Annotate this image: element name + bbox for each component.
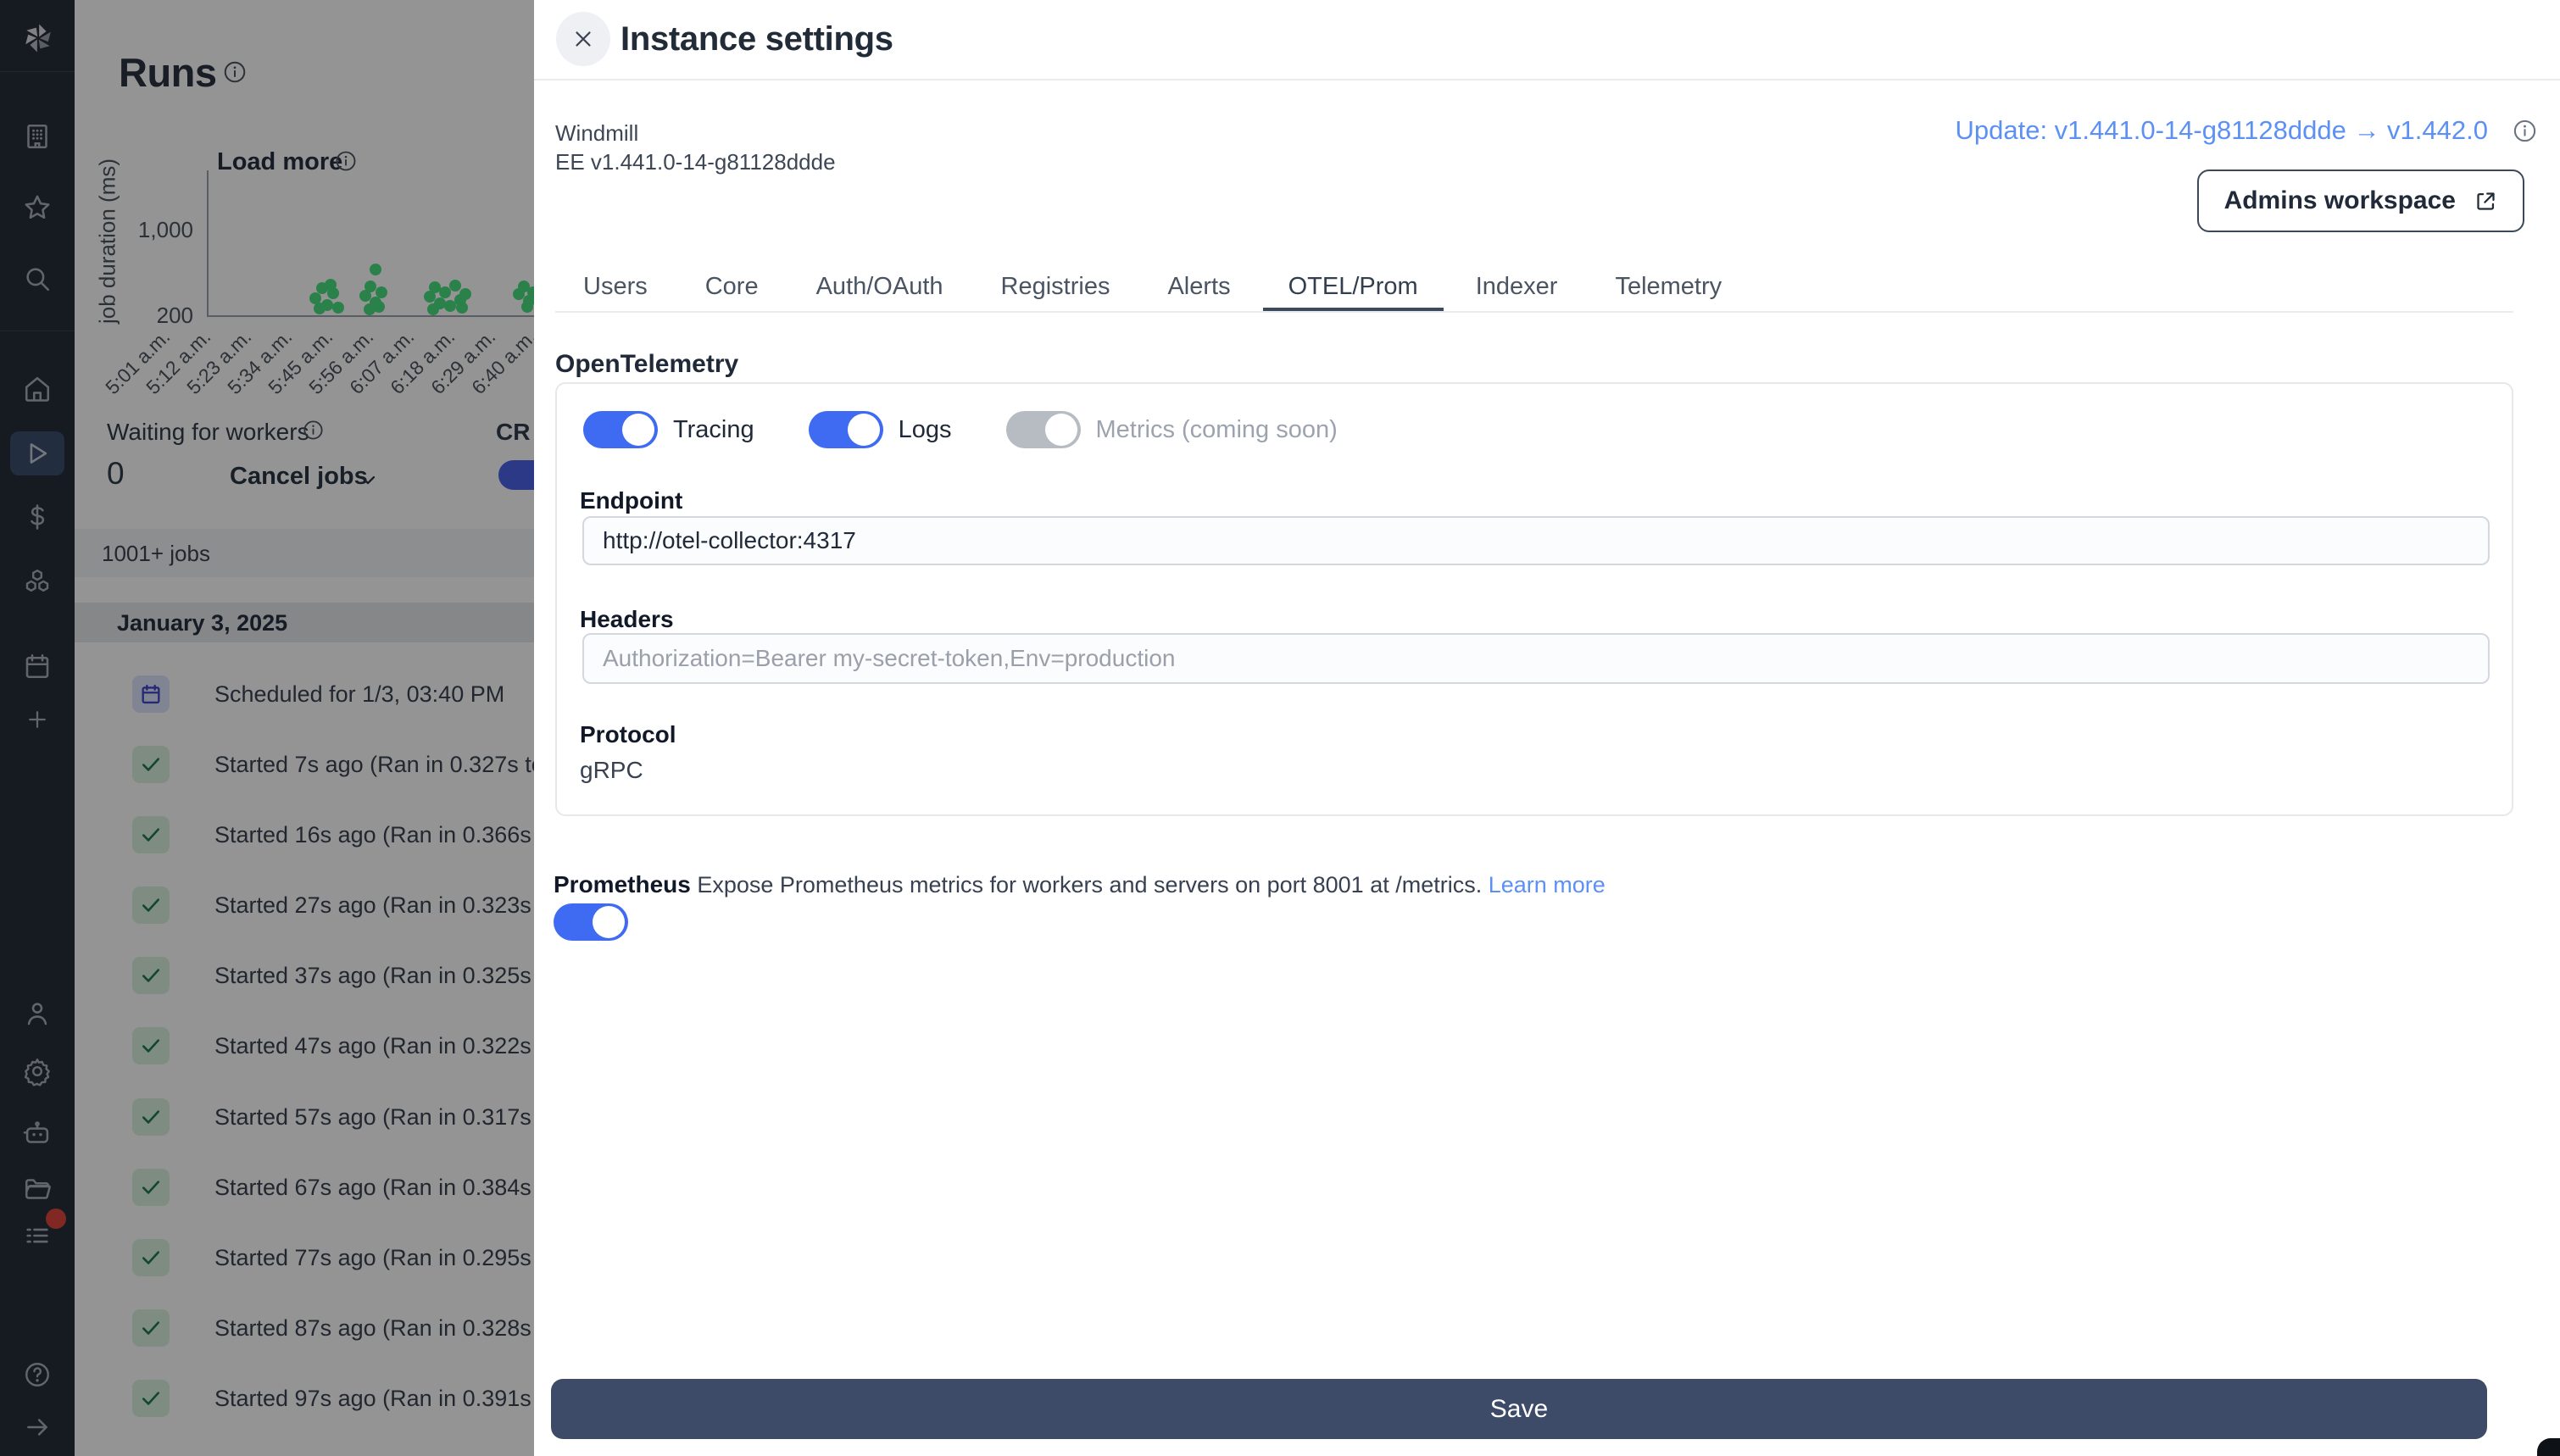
- settings-tab[interactable]: Alerts: [1142, 266, 1255, 312]
- otel-card: Tracing Logs Metrics (coming soon) Endpo…: [555, 382, 2513, 816]
- admins-workspace-label: Admins workspace: [2223, 186, 2456, 214]
- settings-tabs: Users Core Auth/OAuth Registries Alerts OTEL/…: [534, 266, 2560, 312]
- toggle-group: Logs: [808, 411, 952, 448]
- toggle-switch[interactable]: [808, 411, 883, 448]
- settings-tab[interactable]: Telemetry: [1589, 266, 1747, 312]
- prometheus-description: Expose Prometheus metrics for workers an…: [697, 872, 1483, 897]
- toggle-switch[interactable]: [583, 411, 658, 448]
- toggle-knob: [622, 414, 654, 446]
- update-link[interactable]: Update: v1.441.0-14-g81128ddde → v1.442.…: [1955, 115, 2488, 146]
- learn-more-link[interactable]: Learn more: [1489, 872, 1606, 897]
- settings-tab[interactable]: Core: [680, 266, 784, 312]
- otel-toggles: Tracing Logs Metrics (coming soon): [583, 411, 1338, 448]
- toggle-switch[interactable]: [1005, 411, 1081, 448]
- toggle-knob: [847, 414, 880, 446]
- prometheus-toggle[interactable]: [554, 903, 628, 941]
- settings-tab[interactable]: Indexer: [1450, 266, 1583, 312]
- update-row: Update: v1.441.0-14-g81128ddde → v1.442.…: [1955, 115, 2538, 146]
- toggle-group: Tracing: [583, 411, 754, 448]
- toggle-knob: [1044, 414, 1077, 446]
- close-button[interactable]: [556, 12, 610, 66]
- settings-tab[interactable]: Users: [558, 266, 673, 312]
- prometheus-heading: Prometheus: [554, 871, 691, 897]
- tabs-divider: [555, 311, 2513, 313]
- save-button[interactable]: Save: [551, 1379, 2487, 1439]
- settings-tab[interactable]: OTEL/Prom: [1262, 266, 1444, 312]
- instance-settings-drawer: Instance settings Windmill EE v1.441.0-1…: [534, 0, 2560, 1456]
- endpoint-input[interactable]: [582, 516, 2490, 565]
- close-icon: [576, 31, 591, 47]
- instance-version: Windmill EE v1.441.0-14-g81128ddde: [555, 119, 836, 176]
- toggle-label: Metrics (coming soon): [1095, 415, 1338, 443]
- prometheus-section: Prometheus Expose Prometheus metrics for…: [554, 871, 1606, 898]
- settings-tab[interactable]: Registries: [976, 266, 1136, 312]
- headers-label: Headers: [580, 606, 674, 632]
- info-icon[interactable]: [2512, 118, 2538, 144]
- toggle-label: Tracing: [673, 415, 754, 443]
- settings-tab[interactable]: Auth/OAuth: [791, 266, 969, 312]
- otel-section-heading: OpenTelemetry: [555, 350, 739, 378]
- drawer-title: Instance settings: [621, 20, 893, 58]
- headers-input[interactable]: [582, 633, 2490, 684]
- protocol-value: gRPC: [580, 757, 643, 783]
- product-name: Windmill: [555, 120, 639, 146]
- toggle-group: Metrics (coming soon): [1005, 411, 1338, 448]
- toggle-knob: [593, 906, 625, 938]
- windmill-app: Runs Load more job duration (ms) 1,000 20…: [0, 0, 2560, 1456]
- admins-workspace-button[interactable]: Admins workspace: [2196, 169, 2524, 232]
- external-link-icon: [2477, 192, 2495, 210]
- protocol-label: Protocol: [580, 721, 676, 747]
- endpoint-label: Endpoint: [580, 487, 683, 514]
- product-version: EE v1.441.0-14-g81128ddde: [555, 149, 836, 175]
- toggle-label: Logs: [898, 415, 952, 443]
- header-divider: [534, 79, 2560, 81]
